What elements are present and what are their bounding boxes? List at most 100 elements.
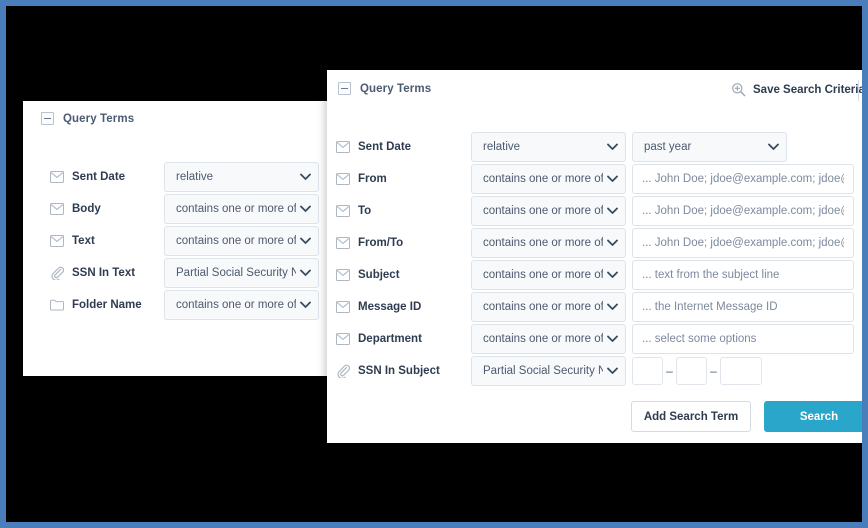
placeholder-text: ... text from the subject line	[642, 269, 780, 281]
query-terms-panel: Query Terms Save Search Criteria Sent Da…	[327, 70, 865, 443]
select-value: contains one or more of	[483, 237, 603, 249]
folder-icon	[50, 299, 64, 311]
select-value: contains one or more of	[176, 203, 296, 215]
placeholder-text: ... John Doe; jdoe@example.com; jdoe@*; …	[642, 237, 844, 249]
row-label: Body	[72, 203, 101, 215]
row-label-group: To	[336, 205, 371, 217]
row-label: Text	[72, 235, 95, 247]
panel-header: Query Terms Save Search Criteria	[327, 70, 865, 106]
select-value: relative	[176, 171, 214, 183]
row-label-group: From	[336, 173, 387, 185]
row-label: Folder Name	[72, 299, 142, 311]
row-label-group: Sent Date	[336, 141, 411, 153]
search-button[interactable]: Search	[764, 401, 862, 432]
minus-square-icon[interactable]	[41, 112, 54, 125]
row-label-group: Subject	[336, 269, 400, 281]
value-input-from[interactable]: ... John Doe; jdoe@example.com; jdoe@*; …	[632, 164, 854, 194]
screenshot-frame: Query Terms Sent Date relative Body cont…	[0, 0, 868, 528]
operator-select-sent-date[interactable]: relative	[471, 132, 626, 162]
select-value: relative	[483, 141, 521, 153]
operator-select-folder-name[interactable]: contains one or more of	[164, 290, 319, 320]
ssn-separator: –	[710, 364, 717, 378]
page-title: Query Terms	[360, 82, 432, 95]
save-search-criteria-label: Save Search Criteria	[753, 83, 865, 96]
select-value: contains one or more of	[483, 205, 603, 217]
chevron-down-icon	[607, 202, 618, 220]
add-search-term-label: Add Search Term	[643, 410, 739, 423]
row-label-group: Department	[336, 333, 422, 345]
value-input-department[interactable]: ... select some options	[632, 324, 854, 354]
query-row-ssn-in-text: SSN In Text Partial Social Security Numb	[23, 257, 327, 289]
ssn-separator: –	[666, 364, 673, 378]
chevron-down-icon	[607, 170, 618, 188]
select-value: contains one or more of	[483, 333, 603, 345]
paperclip-icon	[50, 266, 65, 281]
envelope-icon	[336, 269, 350, 281]
value-input-to[interactable]: ... John Doe; jdoe@example.com; jdoe@*; …	[632, 196, 854, 226]
select-value: contains one or more of	[483, 301, 603, 313]
envelope-icon	[50, 203, 64, 215]
operator-select-message-id[interactable]: contains one or more of	[471, 292, 626, 322]
value-input-subject[interactable]: ... text from the subject line	[632, 260, 854, 290]
operator-select-ssn-in-text[interactable]: Partial Social Security Numb	[164, 258, 319, 288]
background-query-terms-panel: Query Terms Sent Date relative Body cont…	[23, 101, 327, 376]
select-value: contains one or more of	[176, 299, 296, 311]
ssn-part2-input[interactable]	[676, 357, 707, 385]
operator-select-text[interactable]: contains one or more of	[164, 226, 319, 256]
chevron-down-icon	[300, 232, 311, 250]
chevron-down-icon	[607, 138, 618, 156]
chevron-down-icon	[607, 266, 618, 284]
value-input-message-id[interactable]: ... the Internet Message ID	[632, 292, 854, 322]
operator-select-subject[interactable]: contains one or more of	[471, 260, 626, 290]
envelope-icon	[336, 333, 350, 345]
add-search-term-button[interactable]: Add Search Term	[631, 401, 751, 432]
envelope-icon	[336, 301, 350, 313]
ssn-part1-input[interactable]	[632, 357, 663, 385]
chevron-down-icon	[607, 330, 618, 348]
query-row-from: From contains one or more of ... John Do…	[327, 163, 862, 195]
panel-title-group[interactable]: Query Terms	[338, 82, 431, 95]
search-button-label: Search	[799, 410, 839, 423]
value-input-from-to[interactable]: ... John Doe; jdoe@example.com; jdoe@*; …	[632, 228, 854, 258]
chevron-down-icon	[768, 138, 779, 156]
query-row-department: Department contains one or more of ... s…	[327, 323, 862, 355]
operator-select-ssn-in-subject[interactable]: Partial Social Security Numb	[471, 356, 626, 386]
operator-select-body[interactable]: contains one or more of	[164, 194, 319, 224]
operator-select-department[interactable]: contains one or more of	[471, 324, 626, 354]
chevron-down-icon	[607, 298, 618, 316]
chevron-down-icon	[607, 362, 618, 380]
operator-select-from[interactable]: contains one or more of	[471, 164, 626, 194]
paperclip-icon	[336, 364, 351, 379]
row-label-group: SSN In Text	[50, 266, 136, 281]
background-panel-header: Query Terms	[23, 101, 327, 137]
operator-select-from-to[interactable]: contains one or more of	[471, 228, 626, 258]
row-label: Department	[358, 333, 422, 345]
placeholder-text: ... John Doe; jdoe@example.com; jdoe@*; …	[642, 205, 844, 217]
row-label: From	[358, 173, 387, 185]
save-search-criteria-button[interactable]: Save Search Criteria	[731, 82, 865, 97]
query-row-to: To contains one or more of ... John Doe;…	[327, 195, 862, 227]
row-label: SSN In Text	[72, 267, 136, 279]
row-label: Subject	[358, 269, 400, 281]
operator-select-to[interactable]: contains one or more of	[471, 196, 626, 226]
query-row-folder-name: Folder Name contains one or more of	[23, 289, 327, 321]
header-divider	[858, 80, 859, 101]
select-value: Partial Social Security Numb	[176, 267, 296, 279]
row-label-group: Body	[50, 203, 101, 215]
row-label: Message ID	[358, 301, 422, 313]
row-label-group: Message ID	[336, 301, 421, 313]
envelope-icon	[336, 205, 350, 217]
background-panel-title-group[interactable]: Query Terms	[41, 112, 134, 125]
minus-square-icon[interactable]	[338, 82, 351, 95]
placeholder-text: ... the Internet Message ID	[642, 301, 778, 313]
chevron-down-icon	[300, 296, 311, 314]
envelope-icon	[336, 237, 350, 249]
query-row-from-to: From/To contains one or more of ... John…	[327, 227, 862, 259]
row-label: SSN In Subject	[358, 365, 440, 377]
operator-select-sent-date[interactable]: relative	[164, 162, 319, 192]
search-plus-icon	[731, 82, 746, 97]
value-select-sent-date[interactable]: past year	[632, 132, 787, 162]
ssn-part3-input[interactable]	[720, 357, 762, 385]
row-label-group: Sent Date	[50, 171, 125, 183]
row-label-group: Folder Name	[50, 299, 142, 311]
